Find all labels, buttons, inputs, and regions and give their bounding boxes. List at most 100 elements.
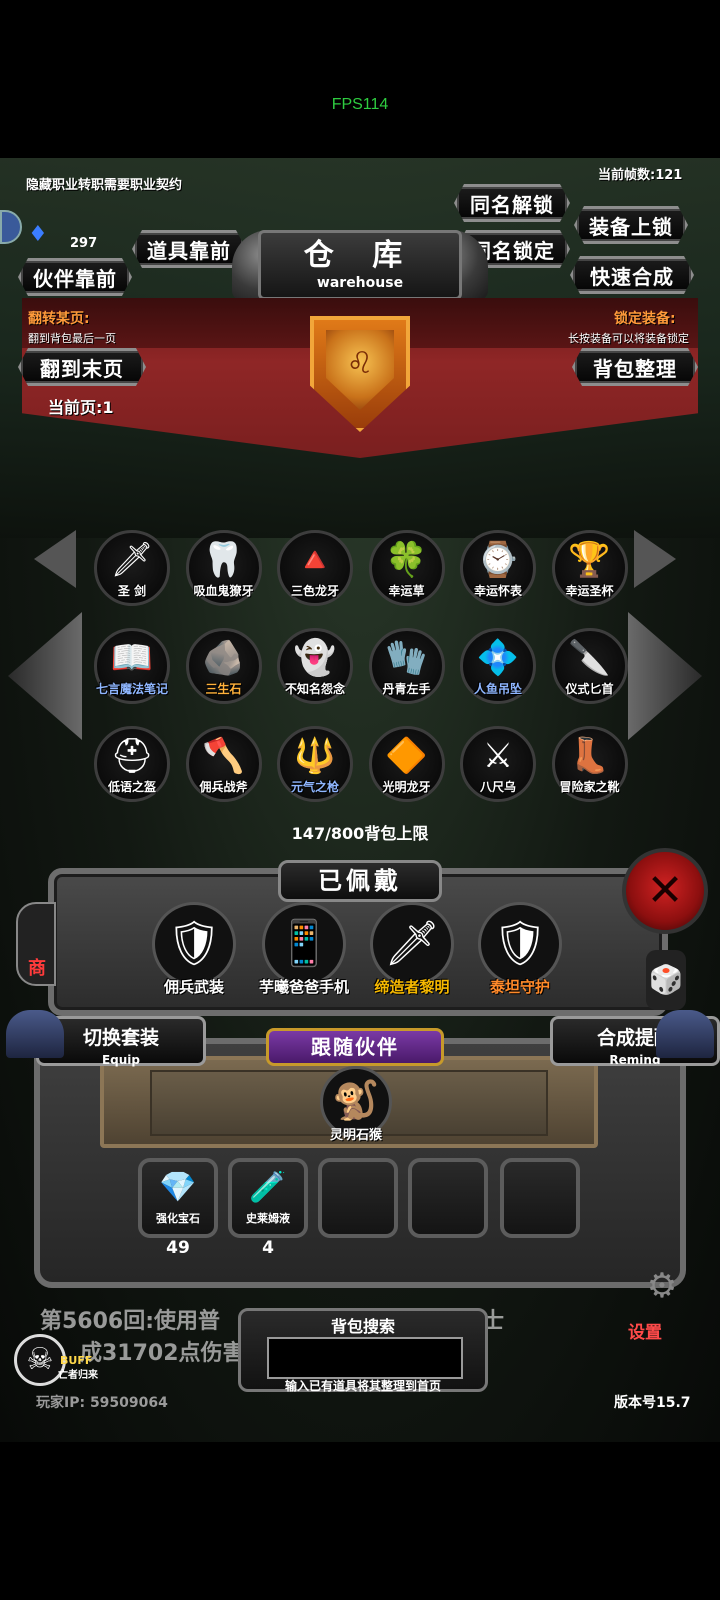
dice-icon[interactable]: 🎲 [646,950,686,1010]
spear-icon: 🔱 [293,736,337,776]
gem-icon: ♦ [28,222,48,247]
slime-potion-icon: 🧪 [249,1170,287,1205]
buff-sub-label: 亡者归来 [58,1370,98,1381]
companion-front-button[interactable]: 伙伴靠前 [18,258,132,296]
item-label: 幸运怀表 [473,584,522,598]
settings-label[interactable]: 设置 [628,1318,662,1343]
material-count: 49 [166,1238,190,1258]
inventory-slot[interactable]: 🔶 光明龙牙 [367,724,447,804]
material-slot-empty[interactable] [500,1158,580,1238]
equip-lock-button[interactable]: 装备上锁 [574,206,688,244]
inventory-slot[interactable]: 🍀 幸运草 [367,528,447,608]
item-label: 光明龙牙 [382,780,431,794]
item-label: 佣兵战斧 [199,780,248,794]
lock-equip-sub: 长按装备可以将装备锁定 [568,332,689,345]
fang-icon: 🦷 [202,540,245,580]
inventory-slot[interactable]: 🪨 三生石 [184,626,264,706]
equipped-slot[interactable]: 🛡 佣兵武装 [146,902,242,1002]
pendant-icon: 💠 [476,638,520,678]
close-icon: ✕ [646,865,684,916]
inventory-slot[interactable]: 🔺 三色龙牙 [275,528,355,608]
equipped-label: 缔造者黎明 [374,978,450,996]
item-label: 冒险家之靴 [559,780,620,794]
material-slot-empty[interactable] [408,1158,488,1238]
item-label: 丹青左手 [382,682,431,696]
hidden-job-notice: 隐藏职业转职需要职业契约 [26,178,183,193]
material-slot[interactable]: 💎 强化宝石 49 [138,1158,218,1258]
lion-icon: ♌ [346,346,374,381]
fps-counter: FPS114 [331,96,389,113]
gear-icon[interactable]: ⚙ [640,1266,684,1310]
current-page: 当前页:1 [48,398,114,417]
next-page-arrow[interactable] [628,612,702,740]
goto-last-page-button[interactable]: 翻到末页 [18,348,146,386]
crossed-weapons-icon: ⚔ [482,736,514,776]
flip-page-sub: 翻到背包最后一页 [28,332,116,345]
shop-label: 商 [28,958,46,979]
equipped-slot[interactable]: 🗡 缔造者黎明 [364,902,460,1002]
player-ip: 玩家IP: 59509064 [36,1395,168,1411]
item-label: 不知名怨念 [284,682,345,696]
material-slot-empty[interactable] [318,1158,398,1238]
helmet-icon: ⛑ [110,736,154,776]
inventory-slot[interactable]: 🦷 吸血鬼獠牙 [184,528,264,608]
close-button[interactable]: ✕ [622,848,708,934]
armor-icon: 🛡 [166,918,222,969]
bag-search-hint: 输入已有道具将其整理到首页 [284,1379,441,1393]
grail-icon: 🏆 [568,540,611,580]
equipped-slot[interactable]: 🛡 泰坦守护 [472,902,568,1002]
item-label: 三生石 [205,682,242,696]
inventory-slot[interactable]: 🧤 丹青左手 [367,626,447,706]
inventory-slot[interactable]: ⌚ 幸运怀表 [458,528,538,608]
dagger-icon: 🔪 [568,638,611,678]
stone-icon: 🪨 [202,638,245,678]
warehouse-title: 仓 库 warehouse [258,230,462,300]
bag-capacity: 147/800背包上限 [291,824,429,843]
inventory-slot[interactable]: 👢 冒险家之靴 [550,724,630,804]
upgrade-gem-icon: 💎 [159,1170,197,1205]
tricolor-fang-icon: 🔺 [293,540,337,580]
inventory-slot[interactable]: 🗡 圣 剑 [92,528,172,608]
prev-page-arrow[interactable] [8,612,82,740]
game-screen: 隐藏职业转职需要职业契约 当前帧数:121 ♦ 297 同名解锁 同名锁定 装备… [0,158,720,1442]
inventory-slot[interactable]: 👻 不知名怨念 [275,626,355,706]
same-name-unlock-button[interactable]: 同名解锁 [454,184,570,222]
lock-equip-label: 锁定装备: [614,311,676,327]
hat-ornament-right [656,1010,714,1058]
item-label: 圣 剑 [117,584,147,598]
inventory-slot[interactable]: ⛑ 低语之盔 [92,724,172,804]
shop-button-partial[interactable]: 商 [16,902,56,986]
item-label: 低语之盔 [107,780,156,794]
item-label: 仪式匕首 [565,682,614,696]
warehouse-title-cn: 仓 库 [303,238,417,273]
boots-icon: 👢 [568,736,611,776]
monkey-icon: 🐒 [332,1078,380,1122]
material-label: 史莱姆液 [246,1212,290,1225]
titan-armor-icon: 🛡 [492,918,548,969]
companion-slot[interactable]: 🐒 灵明石猴 [318,1066,402,1150]
inventory-slot[interactable]: 🔱 元气之枪 [275,724,355,804]
item-label: 幸运草 [388,584,425,598]
inventory-slot[interactable]: 🪓 佣兵战斧 [184,724,264,804]
bag-search-input[interactable] [267,1337,463,1379]
prev-page-small-arrow[interactable] [34,530,76,588]
item-label: 七言魔法笔记 [95,682,168,696]
flip-page-label: 翻转某页: [28,311,90,327]
inventory-slot[interactable]: 🏆 幸运圣杯 [550,528,630,608]
greatsword-icon: 🗡 [384,918,440,969]
next-page-small-arrow[interactable] [634,530,676,588]
inventory-slot[interactable]: 🔪 仪式匕首 [550,626,630,706]
version-number: 版本号15.7 [614,1395,691,1411]
inventory-slot[interactable]: 💠 人鱼吊坠 [458,626,538,706]
bag-sort-button[interactable]: 背包整理 [572,348,698,386]
companion-name: 灵明石猴 [329,1128,382,1143]
material-slot[interactable]: 🧪 史莱姆液 4 [228,1158,308,1258]
item-label: 吸血鬼獠牙 [193,584,254,598]
inventory-slot[interactable]: 📖 七言魔法笔记 [92,626,172,706]
items-front-button[interactable]: 道具靠前 [132,230,246,268]
equipped-slot[interactable]: 📱 芋曦爸爸手机 [256,902,352,1002]
bag-search-panel: 背包搜索 输入已有道具将其整理到首页 [238,1308,488,1393]
quick-merge-button[interactable]: 快速合成 [570,256,694,294]
inventory-slot[interactable]: ⚔ 八尺乌 [458,724,538,804]
warehouse-title-en: warehouse [316,275,404,291]
